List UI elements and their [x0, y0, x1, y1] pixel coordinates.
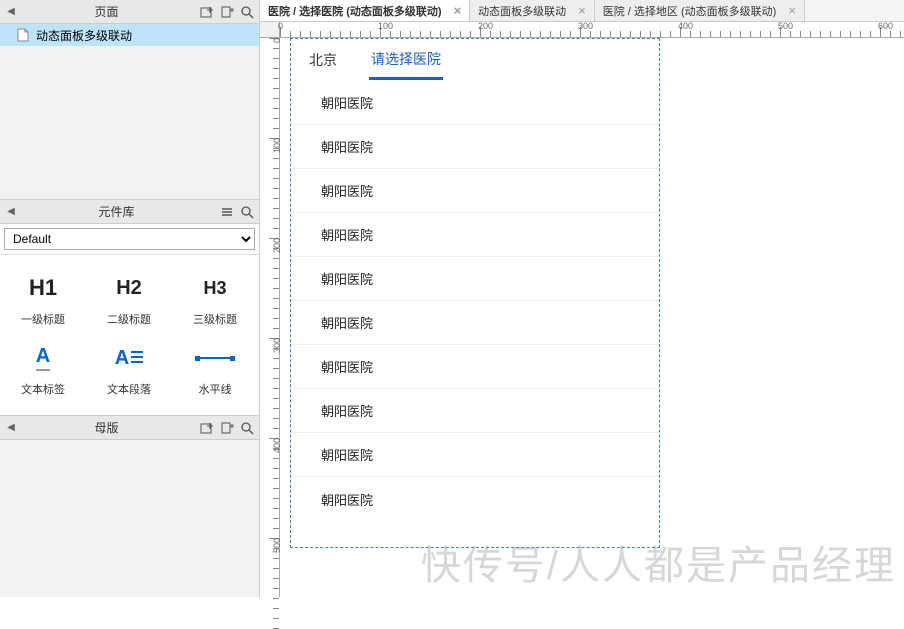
add-master-icon[interactable] [219, 420, 235, 436]
library-select-row: Default [0, 224, 259, 255]
widget-label: 水平线 [199, 381, 232, 397]
library-panel: ◀ 元件库 Default H1 一级标题 H2 二级标题 H [0, 200, 259, 416]
editor-tab[interactable]: 医院 / 选择医院 (动态面板多级联动) × [260, 0, 470, 21]
editor-tab[interactable]: 医院 / 选择地区 (动态面板多级联动) × [595, 0, 805, 21]
page-tree-item[interactable]: 动态面板多级联动 [0, 24, 259, 46]
masters-panel: ◀ 母版 [0, 416, 259, 440]
masters-panel-header: ◀ 母版 [0, 416, 259, 440]
hospital-tab[interactable]: 请选择医院 [369, 41, 443, 80]
widget-h2[interactable]: H2 二级标题 [86, 265, 172, 335]
close-icon[interactable]: × [454, 3, 462, 18]
collapse-icon[interactable]: ◀ [4, 206, 18, 217]
library-panel-title: 元件库 [18, 203, 215, 220]
list-item[interactable]: 朝阳医院 [291, 257, 659, 301]
library-panel-header: ◀ 元件库 [0, 200, 259, 224]
pages-panel-title: 页面 [18, 3, 195, 20]
page-tree-item-label: 动态面板多级联动 [36, 27, 132, 44]
menu-icon[interactable] [219, 204, 235, 220]
widget-hline[interactable]: 水平线 [172, 335, 258, 405]
widget-label: 三级标题 [193, 311, 237, 327]
search-icon[interactable] [239, 420, 255, 436]
masters-panel-title: 母版 [18, 419, 195, 436]
widget-paragraph[interactable]: A 文本段落 [86, 335, 172, 405]
hline-icon [197, 343, 233, 373]
widget-label: 文本段落 [107, 381, 151, 397]
widget-label: 文本标签 [21, 381, 65, 397]
list-item[interactable]: 朝阳医院 [291, 301, 659, 345]
list-item[interactable]: 朝阳医院 [291, 345, 659, 389]
region-tab[interactable]: 北京 [307, 42, 339, 78]
close-icon[interactable]: × [578, 3, 586, 18]
canvas[interactable]: 北京 请选择医院 朝阳医院朝阳医院朝阳医院朝阳医院朝阳医院朝阳医院朝阳医院朝阳医… [280, 38, 904, 597]
search-icon[interactable] [239, 4, 255, 20]
list-item[interactable]: 朝阳医院 [291, 433, 659, 477]
list-item[interactable]: 朝阳医院 [291, 125, 659, 169]
ruler-vertical: 0100200300400500 [260, 38, 280, 597]
add-folder-icon[interactable] [199, 420, 215, 436]
add-folder-icon[interactable] [199, 4, 215, 20]
tab-label: 医院 / 选择医院 (动态面板多级联动) [268, 3, 442, 19]
collapse-icon[interactable]: ◀ [4, 6, 18, 17]
tab-label: 医院 / 选择地区 (动态面板多级联动) [603, 3, 777, 19]
main-area: 医院 / 选择医院 (动态面板多级联动) × 动态面板多级联动 × 医院 / 选… [260, 0, 904, 597]
ruler-horizontal: 0100200300400500600 [280, 22, 904, 38]
editor-tabs: 医院 / 选择医院 (动态面板多级联动) × 动态面板多级联动 × 医院 / 选… [260, 0, 904, 22]
list-item[interactable]: 朝阳医院 [291, 81, 659, 125]
h3-icon: H3 [203, 273, 226, 303]
paragraph-icon: A [115, 343, 143, 373]
left-sidebar: ◀ 页面 动态面板多级联动 ◀ 元件库 [0, 0, 260, 597]
editor-tab[interactable]: 动态面板多级联动 × [470, 0, 595, 21]
add-page-icon[interactable] [219, 4, 235, 20]
dynamic-panel-tabs: 北京 请选择医院 [291, 39, 659, 81]
dynamic-panel[interactable]: 北京 请选择医院 朝阳医院朝阳医院朝阳医院朝阳医院朝阳医院朝阳医院朝阳医院朝阳医… [290, 38, 660, 548]
tab-label: 动态面板多级联动 [478, 3, 566, 19]
widget-h1[interactable]: H1 一级标题 [0, 265, 86, 335]
search-icon[interactable] [239, 204, 255, 220]
text-label-icon: A [36, 343, 50, 373]
page-icon [16, 28, 30, 42]
pages-panel-header: ◀ 页面 [0, 0, 259, 24]
h2-icon: H2 [116, 273, 142, 303]
list-item[interactable]: 朝阳医院 [291, 213, 659, 257]
list-item[interactable]: 朝阳医院 [291, 169, 659, 213]
h1-icon: H1 [29, 273, 57, 303]
widget-text-label[interactable]: A 文本标签 [0, 335, 86, 405]
list-item[interactable]: 朝阳医院 [291, 477, 659, 521]
ruler-corner [260, 22, 280, 38]
widget-label: 二级标题 [107, 311, 151, 327]
close-icon[interactable]: × [788, 3, 796, 18]
pages-panel: ◀ 页面 动态面板多级联动 [0, 0, 259, 200]
widget-grid: H1 一级标题 H2 二级标题 H3 三级标题 A 文本标签 A 文本段落 水平… [0, 255, 259, 415]
widget-h3[interactable]: H3 三级标题 [172, 265, 258, 335]
hospital-list: 朝阳医院朝阳医院朝阳医院朝阳医院朝阳医院朝阳医院朝阳医院朝阳医院朝阳医院朝阳医院 [291, 81, 659, 521]
widget-label: 一级标题 [21, 311, 65, 327]
collapse-icon[interactable]: ◀ [4, 422, 18, 433]
list-item[interactable]: 朝阳医院 [291, 389, 659, 433]
library-select[interactable]: Default [4, 228, 255, 250]
